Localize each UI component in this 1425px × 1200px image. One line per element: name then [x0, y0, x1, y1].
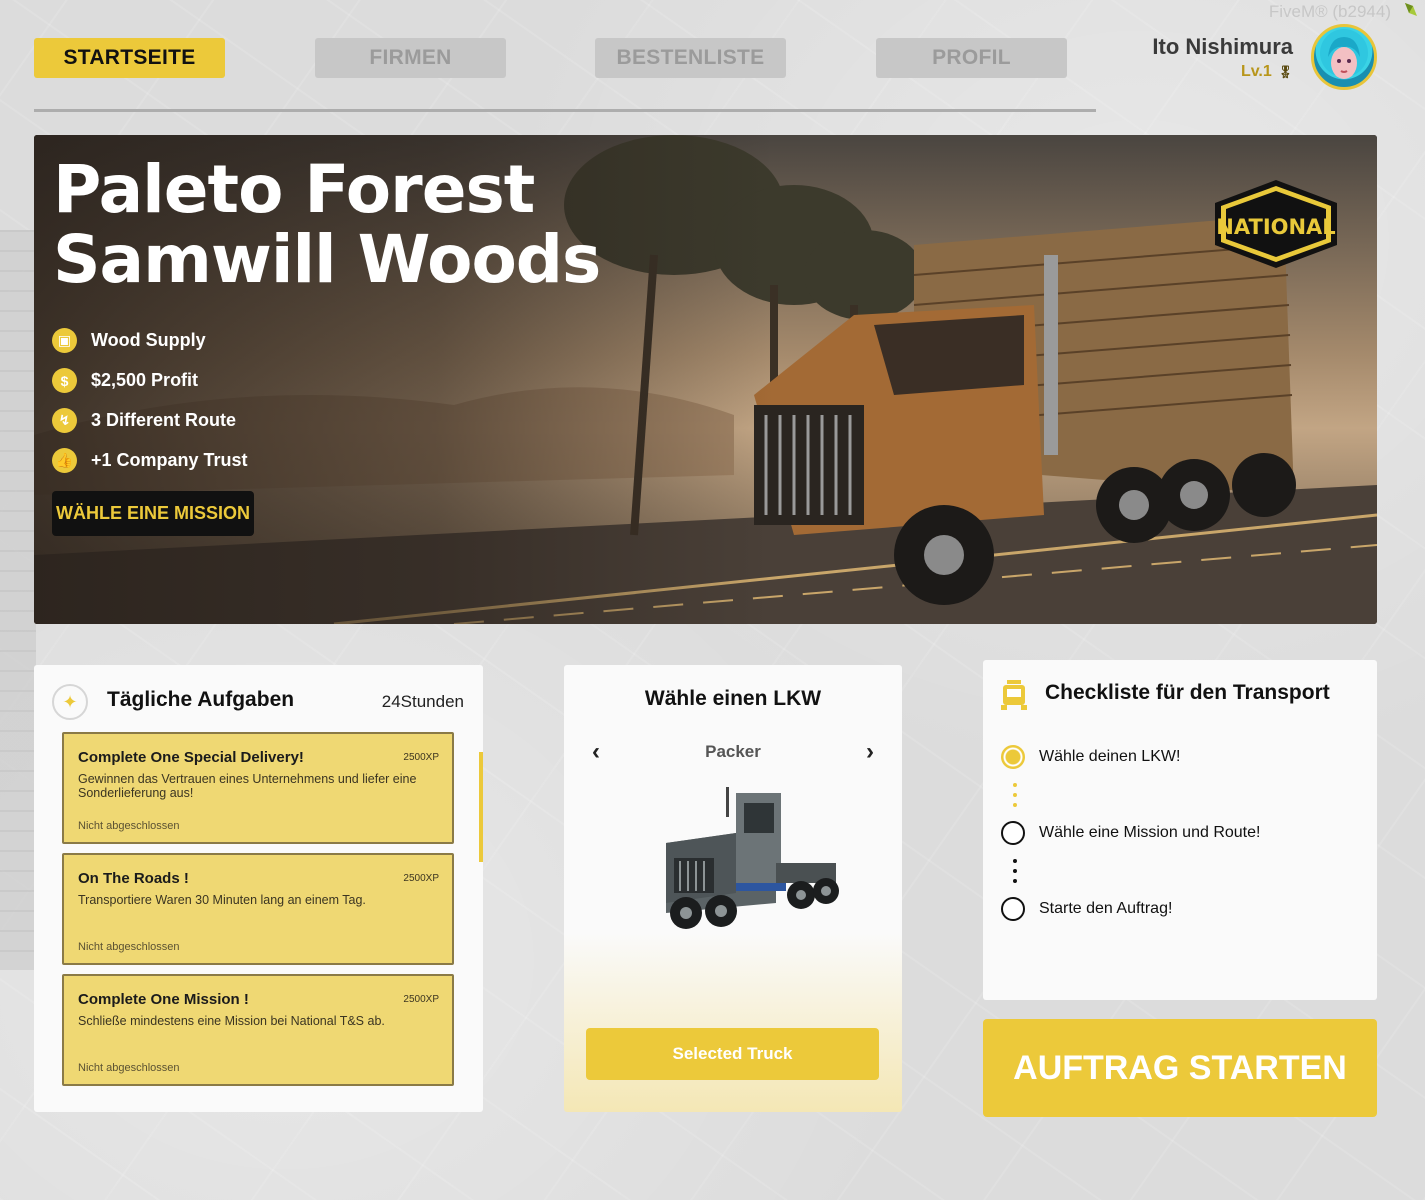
truck-name: Packer — [705, 742, 761, 761]
fivem-watermark: FiveM® (b2944) — [1268, 2, 1391, 21]
avatar-portrait-icon — [1320, 29, 1368, 79]
checklist-item-truck[interactable]: Wähle deinen LKW! — [1001, 745, 1180, 769]
dot — [1013, 793, 1017, 797]
background-building — [0, 230, 36, 970]
level-label: Lv.1 — [1240, 63, 1272, 80]
feature-wood-supply: ▣ Wood Supply — [52, 328, 206, 353]
checklist-label: Starte den Auftrag! — [1039, 900, 1173, 917]
national-logo: NATIONAL — [1215, 180, 1337, 268]
task-title: On The Roads ! — [78, 870, 189, 887]
box-icon: ▣ — [52, 328, 77, 353]
checklist-label: Wähle eine Mission und Route! — [1039, 824, 1261, 841]
tab-profil[interactable]: PROFIL — [876, 38, 1067, 78]
daily-tasks-panel: ✦ Tägliche Aufgaben 24Stunden Complete O… — [34, 665, 483, 1112]
radio-checked-icon — [1001, 745, 1025, 769]
truck-image — [666, 787, 839, 929]
dollar-icon: $ — [52, 368, 77, 393]
tasks-title: Tägliche Aufgaben — [107, 688, 295, 711]
progress-dots — [1013, 859, 1017, 889]
thumbs-up-icon: 👍 — [52, 448, 77, 473]
truck-panel-title: Wähle einen LKW — [644, 687, 822, 710]
hero-title-line1: Paleto Forest — [53, 151, 535, 228]
task-card[interactable]: Complete One Special Delivery! 2500XP Ge… — [62, 732, 454, 844]
dot — [1013, 783, 1017, 787]
task-status: Nicht abgeschlossen — [78, 941, 180, 953]
tasks-scrollbar[interactable] — [479, 752, 483, 862]
avatar[interactable] — [1311, 24, 1377, 90]
task-xp: 2500XP — [403, 752, 439, 763]
progress-dots — [1013, 783, 1017, 813]
truck-select-panel: Wähle einen LKW ‹ Packer › Selected Truc… — [564, 665, 902, 1112]
task-status: Nicht abgeschlossen — [78, 1062, 180, 1074]
hero-title-line2: Samwill Woods — [53, 221, 601, 298]
dot — [1013, 859, 1017, 863]
fivem-logo-icon — [1405, 3, 1417, 16]
radio-empty-icon — [1001, 897, 1025, 921]
checklist-item-mission[interactable]: Wähle eine Mission und Route! — [1001, 821, 1260, 845]
task-title: Complete One Mission ! — [78, 991, 249, 1008]
nav-divider — [34, 109, 1096, 112]
task-description: Schließe mindestens eine Mission bei Nat… — [78, 1014, 385, 1028]
tab-bestenliste[interactable]: BESTENLISTE — [595, 38, 786, 78]
task-card[interactable]: Complete One Mission ! 2500XP Schließe m… — [62, 974, 454, 1086]
feature-profit: $ $2,500 Profit — [52, 368, 198, 393]
dot — [1013, 869, 1017, 873]
route-icon: ↯ — [52, 408, 77, 433]
task-xp: 2500XP — [403, 873, 439, 884]
feature-label: $2,500 Profit — [91, 370, 199, 390]
medal-icon: 🎖 — [1277, 65, 1293, 79]
start-job-button[interactable]: AUFTRAG STARTEN — [983, 1019, 1377, 1117]
hero-banner: Paleto Forest Samwill Woods ▣ Wood Suppl… — [34, 135, 1377, 624]
task-card[interactable]: On The Roads ! 2500XP Transportiere Ware… — [62, 853, 454, 965]
feature-label: +1 Company Trust — [91, 450, 248, 470]
tab-startseite[interactable]: STARTSEITE — [34, 38, 225, 78]
profile-level: Lv.1 🎖 — [1241, 63, 1293, 81]
truck-front-icon — [1001, 680, 1027, 710]
checklist-item-start[interactable]: Starte den Auftrag! — [1001, 897, 1172, 921]
dot — [1013, 879, 1017, 883]
feature-label: Wood Supply — [91, 330, 206, 350]
feature-trust: 👍 +1 Company Trust — [52, 448, 248, 473]
hero-title: Paleto Forest Samwill Woods — [53, 151, 601, 298]
dot — [1013, 803, 1017, 807]
next-truck-button[interactable]: › — [866, 738, 874, 766]
choose-mission-button[interactable]: WÄHLE EINE MISSION — [52, 491, 254, 536]
task-status: Nicht abgeschlossen — [78, 820, 180, 832]
task-description: Transportiere Waren 30 Minuten lang an e… — [78, 893, 366, 907]
feature-label: 3 Different Route — [91, 410, 237, 430]
transport-checklist-panel: Checkliste für den Transport Wähle deine… — [983, 660, 1377, 1000]
selected-truck-button[interactable]: Selected Truck — [586, 1028, 879, 1080]
top-navigation: STARTSEITE FIRMEN BESTENLISTE PROFIL — [34, 38, 1096, 80]
tab-firmen[interactable]: FIRMEN — [315, 38, 506, 78]
task-title: Complete One Special Delivery! — [78, 749, 304, 766]
national-logo-text: NATIONAL — [1216, 215, 1335, 239]
tasks-timer: 24Stunden — [381, 692, 464, 711]
radio-empty-icon — [1001, 821, 1025, 845]
profile-name: Ito Nishimura — [1152, 34, 1293, 59]
star-badge-icon: ✦ — [52, 684, 88, 720]
feature-routes: ↯ 3 Different Route — [52, 408, 236, 433]
task-description: Gewinnen das Vertrauen eines Unternehmen… — [78, 772, 417, 800]
checklist-label: Wähle deinen LKW! — [1039, 748, 1181, 765]
checklist-title: Checkliste für den Transport — [1045, 681, 1330, 704]
task-xp: 2500XP — [403, 994, 439, 1005]
